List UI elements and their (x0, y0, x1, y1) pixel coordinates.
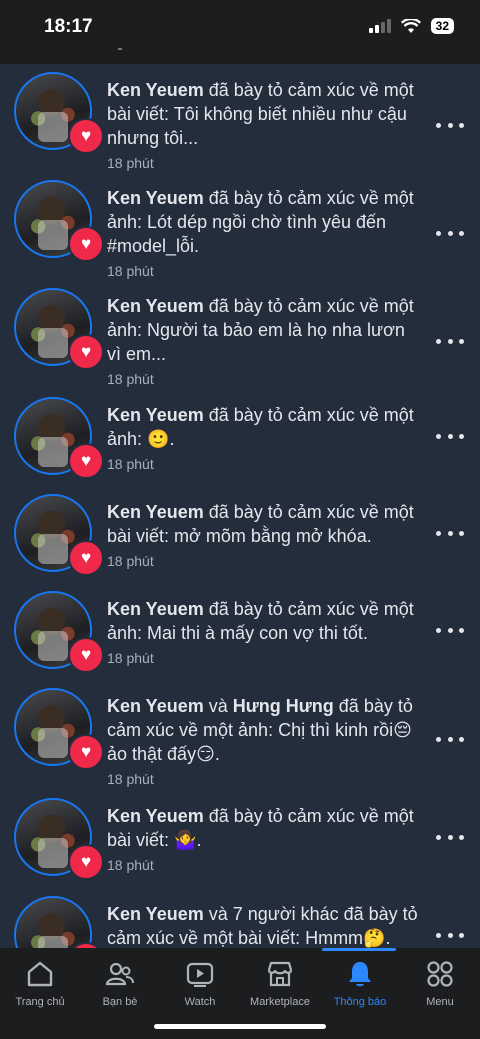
notification-text: Ken Yeuem đã bày tỏ cảm xúc về một bài v… (107, 804, 422, 874)
love-reaction-icon: ♥ (68, 844, 104, 880)
avatar-wrap: ♥ (14, 180, 104, 262)
notification-text: Ken Yeuem đã bày tỏ cảm xúc về một ảnh: … (107, 403, 422, 473)
tab-label: Thông báo (333, 996, 387, 1008)
notification-text: Ken Yeuem và 7 người khác đã bày tỏ cảm … (107, 902, 422, 948)
love-reaction-icon: ♥ (68, 540, 104, 576)
more-options-icon[interactable] (436, 620, 464, 640)
tab-label: Bạn bè (102, 996, 138, 1008)
timestamp: 18 phút (107, 155, 154, 171)
signal-icon (368, 19, 391, 33)
notification-text: Ken Yeuem đã bày tỏ cảm xúc về một ảnh: … (107, 186, 422, 280)
battery-indicator: 32 (430, 18, 454, 34)
status-icons: 32 (368, 18, 454, 34)
timestamp: 18 phút (107, 857, 154, 873)
tab-menu[interactable]: Menu (400, 958, 480, 1008)
notification-text: Ken Yeuem đã bày tỏ cảm xúc về một ảnh: … (107, 597, 422, 667)
timestamp: 18 phút (107, 553, 154, 569)
actor-name: Ken Yeuem (107, 80, 204, 100)
notification-text: Ken Yeuem và Hưng Hưng đã bày tỏ cảm xúc… (107, 694, 422, 788)
love-reaction-icon: ♥ (68, 118, 104, 154)
timestamp: 18 phút (107, 650, 154, 666)
bottom-tab-bar: Trang chủ Bạn bè Watch Marketplace Thông… (0, 948, 480, 1039)
wifi-icon (400, 18, 421, 33)
avatar-wrap: ♥ (14, 896, 104, 948)
tab-label: Marketplace (250, 996, 310, 1008)
love-reaction-icon: ♥ (68, 637, 104, 673)
active-tab-indicator (322, 948, 396, 951)
timestamp: 18 phút (107, 263, 154, 279)
avatar-wrap: ♥ (14, 591, 104, 673)
love-reaction-icon: ♥ (68, 443, 104, 479)
avatar-wrap: ♥ (14, 397, 104, 479)
actor-name-2: Hưng Hưng (232, 696, 334, 716)
tab-label: Trang chủ (15, 996, 65, 1008)
conjunction-text: và (203, 696, 233, 716)
more-options-icon[interactable] (436, 523, 464, 543)
avatar-wrap: ♥ (14, 72, 104, 154)
more-options-icon[interactable] (436, 729, 464, 749)
bell-icon (320, 958, 400, 990)
notification-text: Ken Yeuem đã bày tỏ cảm xúc về một bài v… (107, 78, 422, 172)
tab-marketplace[interactable]: Marketplace (240, 958, 320, 1008)
love-reaction-icon: ♥ (68, 334, 104, 370)
actor-name: Ken Yeuem (107, 806, 204, 826)
avatar-wrap: ♥ (14, 494, 104, 576)
notification-list[interactable]: ♥ Ken Yeuem đã bày tỏ cảm xúc về một bài… (0, 64, 480, 948)
actor-name: Ken Yeuem (107, 188, 204, 208)
watch-icon (160, 958, 240, 990)
tab-watch[interactable]: Watch (160, 958, 240, 1008)
home-icon (0, 958, 80, 990)
marketplace-icon (240, 958, 320, 990)
actor-name: Ken Yeuem (107, 599, 204, 619)
more-options-icon[interactable] (436, 115, 464, 135)
home-indicator (154, 1024, 326, 1029)
more-options-icon[interactable] (436, 925, 464, 945)
actor-name: Ken Yeuem (107, 502, 204, 522)
love-reaction-icon: ♥ (68, 226, 104, 262)
love-reaction-icon: ♥ (68, 734, 104, 770)
menu-icon (400, 958, 480, 990)
more-options-icon[interactable] (436, 426, 464, 446)
tab-home[interactable]: Trang chủ (0, 958, 80, 1008)
avatar-wrap: ♥ (14, 688, 104, 770)
notification-text: Ken Yeuem đã bày tỏ cảm xúc về một bài v… (107, 500, 422, 570)
status-time: 18:17 (44, 16, 93, 37)
actor-name: Ken Yeuem (107, 296, 204, 316)
actor-name: Ken Yeuem (107, 696, 204, 716)
actor-name: Ken Yeuem (107, 904, 204, 924)
avatar (14, 896, 92, 948)
timestamp: 18 phút (107, 371, 154, 387)
actor-name: Ken Yeuem (107, 405, 204, 425)
timestamp: 18 phút (107, 456, 154, 472)
avatar-wrap: ♥ (14, 288, 104, 370)
friends-icon (80, 958, 160, 990)
tab-label: Watch (184, 996, 216, 1008)
more-options-icon[interactable] (436, 223, 464, 243)
status-bar: 18:17 32 (0, 0, 480, 54)
more-options-icon[interactable] (436, 331, 464, 351)
notification-text: Ken Yeuem đã bày tỏ cảm xúc về một ảnh: … (107, 294, 422, 388)
avatar-wrap: ♥ (14, 798, 104, 880)
timestamp: 18 phút (107, 771, 154, 787)
tab-notifications[interactable]: Thông báo (320, 958, 400, 1008)
header-band (0, 48, 480, 64)
tab-friends[interactable]: Bạn bè (80, 958, 160, 1008)
tab-label: Menu (426, 996, 454, 1008)
more-options-icon[interactable] (436, 827, 464, 847)
